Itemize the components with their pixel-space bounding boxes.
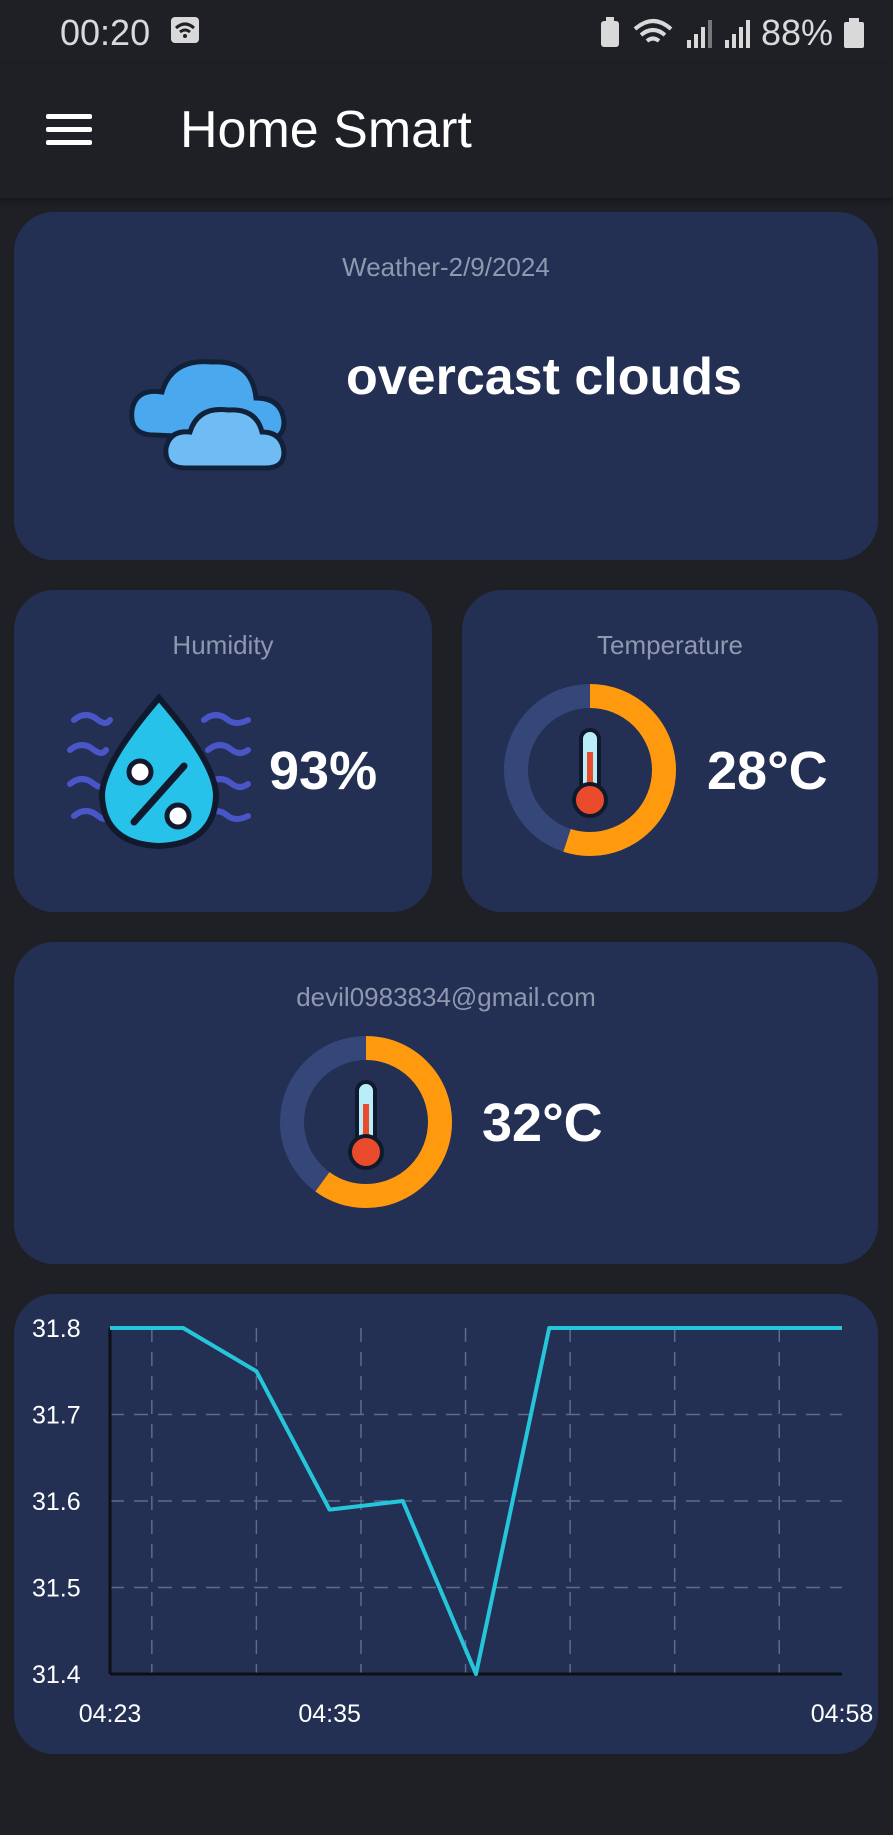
y-tick-label: 31.5 (32, 1575, 81, 1603)
temperature-value: 28°C (707, 741, 828, 801)
x-tick-label: 04:58 (811, 1700, 874, 1728)
x-tick-label: 04:23 (79, 1700, 142, 1728)
thermometer-icon (348, 1080, 384, 1170)
humidity-label: Humidity (172, 630, 274, 660)
app-bar: Home Smart (0, 64, 893, 198)
signal-icon (686, 20, 712, 48)
battery-saver-icon (600, 17, 619, 47)
hamburger-icon (40, 114, 98, 145)
status-bar: 00:20 88% (0, 0, 893, 64)
battery-percent: 88% (760, 12, 833, 53)
battery-icon (844, 18, 864, 48)
signal-icon-2 (724, 20, 750, 48)
temperature-chart-card: 31.8 31.7 31.6 31.5 31.4 04:23 04:35 04:58 (14, 1294, 878, 1754)
y-tick-label: 31.6 (32, 1488, 81, 1516)
cloud-icon (129, 359, 287, 471)
temperature-card: Temperature 28°C (462, 590, 878, 912)
humidity-drop-icon (67, 693, 251, 850)
status-time: 00:20 (60, 12, 151, 53)
y-tick-label: 31.4 (32, 1661, 81, 1689)
temperature-label: Temperature (597, 630, 743, 660)
weather-date-label: Weather-2/9/2024 (342, 252, 550, 282)
wifi-icon (633, 19, 673, 43)
y-tick-label: 31.7 (32, 1402, 81, 1430)
weather-description: overcast clouds (346, 348, 742, 406)
status-icons: 88% (599, 12, 865, 54)
humidity-value: 93% (269, 741, 378, 801)
thermometer-icon (572, 728, 608, 818)
device-card: devil0983834@gmail.com 32°C (14, 942, 878, 1264)
temperature-gauge (504, 684, 676, 856)
notification-icon (171, 17, 199, 43)
y-tick-label: 31.8 (32, 1315, 81, 1343)
device-temperature-value: 32°C (482, 1093, 603, 1153)
humidity-card: Humidity 93% (14, 590, 432, 912)
weather-card: Weather-2/9/2024 overcast clouds (14, 212, 878, 560)
menu-button[interactable] (40, 106, 98, 156)
device-email: devil0983834@gmail.com (296, 982, 596, 1012)
x-tick-label: 04:35 (298, 1700, 361, 1728)
temperature-line-chart: 31.8 31.7 31.6 31.5 31.4 04:23 04:35 04:58 (32, 1315, 874, 1728)
page-title: Home Smart (180, 101, 472, 159)
device-temperature-gauge (280, 1036, 452, 1208)
